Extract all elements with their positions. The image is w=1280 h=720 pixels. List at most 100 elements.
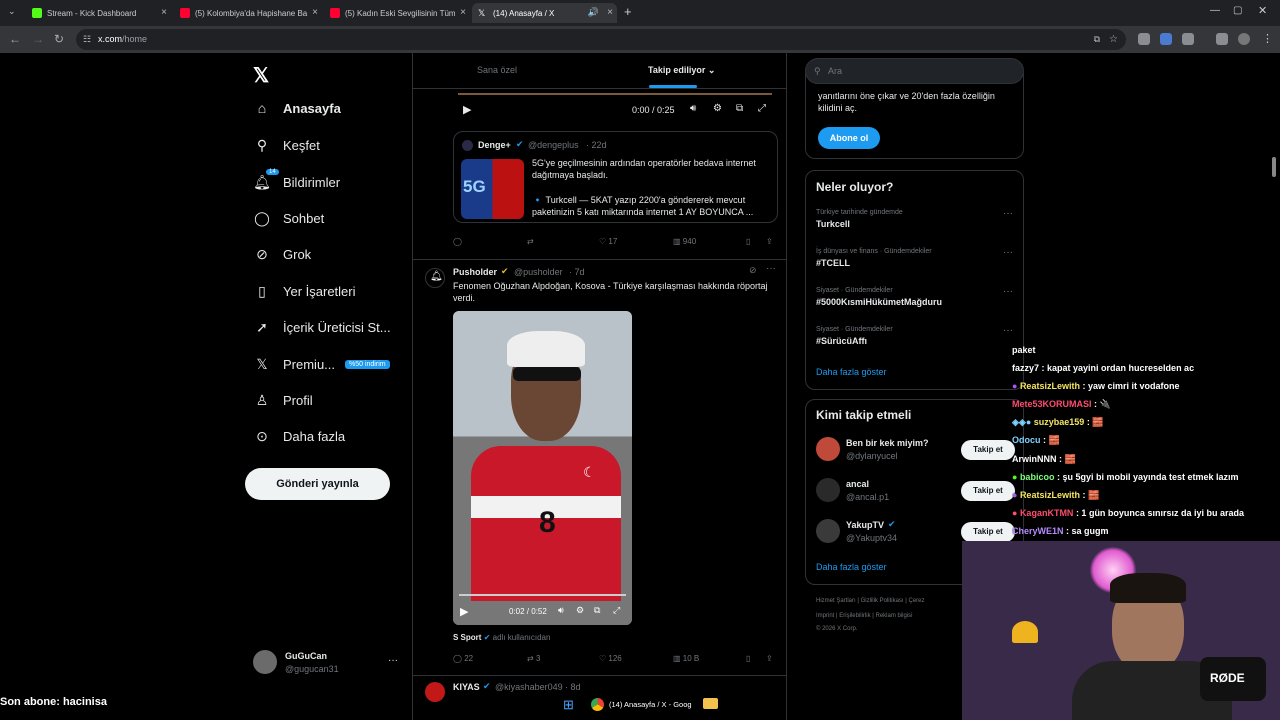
close-tab-icon[interactable]: × [312,7,318,18]
suggested-user-name[interactable]: Ben bir kek miyim? [846,438,929,448]
footer-link[interactable]: Hizmet Şartları [816,598,856,604]
trend-item[interactable]: İş dünyası ve finans · Gündemdekiler #TC… [816,248,932,268]
views-button[interactable]: ▥ 10 B [673,654,699,663]
folder-icon[interactable] [703,698,718,709]
settings-icon[interactable]: ⚙ [576,605,584,616]
share-icon[interactable]: ⇪ [766,237,773,246]
new-tab-button[interactable]: + [624,4,632,19]
browser-tab-youtube-2[interactable]: (5) Kadın Eski Sevgilisinin Tüm × [324,3,470,23]
volume-icon[interactable]: 🔊︎ [558,605,564,616]
install-app-icon[interactable]: ⧉ [1094,29,1100,50]
tab-for-you[interactable]: Sana özel [477,65,517,75]
footer-link[interactable]: Çerez [909,598,925,604]
views-button[interactable]: ▥ 940 [673,237,696,246]
tab-following[interactable]: Takip ediliyor ⌄ [648,65,715,76]
post-author[interactable]: Pusholder [453,267,497,277]
like-button[interactable]: ♡ 126 [599,654,622,663]
fullscreen-icon[interactable]: ⤢ [758,103,766,114]
post-button[interactable]: Gönderi yayınla [245,468,390,500]
video-progress-bar[interactable] [459,594,626,596]
x-logo-icon[interactable]: 𝕏 [253,63,269,88]
profile-avatar-icon[interactable] [1238,33,1250,45]
reload-icon[interactable]: ↻ [54,32,64,46]
scrollbar-thumb[interactable] [1272,157,1276,177]
account-more-icon[interactable]: ··· [388,655,398,666]
site-info-icon[interactable]: ☷ [83,29,91,50]
play-icon[interactable]: ▶ [460,605,468,618]
trend-more-icon[interactable]: ··· [1003,286,1013,297]
url-field[interactable]: ☷ x.com/home ⧉ ☆ [76,29,1126,50]
trend-more-icon[interactable]: ··· [1003,247,1013,258]
browser-tab-youtube-1[interactable]: (5) Kolombiya'da Hapishane Ba × [174,3,322,23]
pip-icon[interactable]: ⧉ [736,103,743,114]
trend-item[interactable]: Türkiye tarihinde gündemde Turkcell [816,209,903,229]
follow-button[interactable]: Takip et [961,440,1015,460]
browser-tab-x[interactable]: 𝕏 (14) Anasayfa / X 🔊 × [472,3,617,23]
close-tab-icon[interactable]: × [460,7,466,18]
menu-kebab-icon[interactable]: ⋮ [1262,32,1273,45]
browser-tab-kick[interactable]: Stream - Kick Dashboard × [26,3,171,23]
pip-icon[interactable]: ⧉ [594,605,600,616]
video-progress-bar[interactable] [458,93,772,95]
suggested-user-name[interactable]: ancal [846,479,869,489]
extensions-puzzle-icon[interactable] [1182,33,1194,45]
taskbar-app-label[interactable]: (14) Anasayfa / X - Goog [609,700,692,709]
retweet-button[interactable]: ⇄ 3 [527,654,540,663]
chrome-icon[interactable] [591,698,604,711]
share-icon[interactable]: ⇪ [766,654,773,663]
tab-search-icon[interactable]: ⌄ [8,6,16,17]
forward-icon[interactable]: → [32,32,44,46]
follow-button[interactable]: Takip et [961,522,1015,542]
like-button[interactable]: ♡ 17 [599,237,617,246]
trend-more-icon[interactable]: ··· [1003,208,1013,219]
nav-creator-studio[interactable]: ➚ İçerik Üreticisi St... [253,318,391,336]
speaker-icon[interactable]: 🔊 [588,7,599,18]
quoted-post-card[interactable]: Denge+ ✔ @dengeplus · 22d 5G 5G'ye geçil… [453,131,778,223]
trends-show-more[interactable]: Daha fazla göster [816,367,887,377]
sidebar-icon[interactable] [1216,33,1228,45]
extension-icon[interactable] [1160,33,1172,45]
subscribe-button[interactable]: Abone ol [818,127,880,149]
credit-name[interactable]: S Sport [453,633,481,642]
volume-icon[interactable]: 🔊︎ [690,103,696,114]
settings-icon[interactable]: ⚙ [713,103,722,114]
footer-link[interactable]: Imprint [816,613,834,619]
grok-icon[interactable]: ⊘ [749,265,757,276]
post-author[interactable]: KIYAS [453,682,480,692]
follow-show-more[interactable]: Daha fazla göster [816,562,887,572]
close-tab-icon[interactable]: × [607,7,613,18]
nav-chat[interactable]: ◯ Sohbet [253,209,324,227]
post-video[interactable]: 8 ☾ ▶ 0:02 / 0:52 🔊︎ ⚙ ⧉ ⤢ [453,311,632,625]
follow-button[interactable]: Takip et [961,481,1015,501]
reply-icon[interactable]: ◯ [453,237,462,246]
windows-start-icon[interactable]: ⊞ [563,697,574,713]
trend-more-icon[interactable]: ··· [1003,325,1013,336]
bookmark-icon[interactable]: ▯ [746,654,750,663]
back-icon[interactable]: ← [9,32,21,46]
nav-bookmarks[interactable]: ▯ Yer İşaretleri [253,282,355,300]
suggested-user-name[interactable]: YakupTV [846,520,884,530]
fullscreen-icon[interactable]: ⤢ [613,605,620,616]
nav-profile[interactable]: ♙ Profil [253,391,313,409]
close-tab-icon[interactable]: × [161,7,167,18]
window-maximize-icon[interactable]: ▢ [1233,5,1242,16]
nav-premium[interactable]: 𝕏 Premiu... %50 indirim [253,355,390,373]
nav-more[interactable]: ⊙ Daha fazla [253,427,345,445]
account-switcher[interactable]: GuGuCan @gugucan31 ··· [253,650,403,680]
footer-link[interactable]: Gizlilik Politikası [861,598,904,604]
reply-button[interactable]: ◯ 22 [453,654,473,663]
retweet-icon[interactable]: ⇄ [527,237,534,246]
window-close-icon[interactable]: ✕ [1258,4,1267,17]
bookmark-star-icon[interactable]: ☆ [1109,29,1118,50]
nav-notifications[interactable]: 🔔︎ 14 Bildirimler [253,169,340,191]
bookmark-icon[interactable]: ▯ [746,237,750,246]
extension-icon[interactable] [1138,33,1150,45]
nav-explore[interactable]: ⚲ Keşfet [253,136,320,154]
window-minimize-icon[interactable]: — [1210,5,1220,16]
nav-grok[interactable]: ⊘ Grok [253,245,311,263]
trend-item[interactable]: Siyaset · Gündemdekiler #5000KısmiHüküme… [816,287,942,307]
nav-home[interactable]: ⌂ Anasayfa [253,99,341,117]
post-more-icon[interactable]: ··· [766,263,776,274]
footer-link[interactable]: Erişilebilirlik [839,613,870,619]
trend-item[interactable]: Siyaset · Gündemdekiler #SürücüAffı [816,326,893,346]
